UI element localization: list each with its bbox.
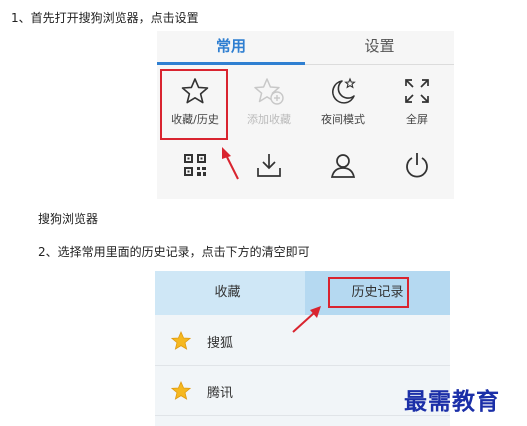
watermark-logo: 最需教育	[404, 388, 500, 415]
red-arrow-pointer	[292, 306, 321, 333]
